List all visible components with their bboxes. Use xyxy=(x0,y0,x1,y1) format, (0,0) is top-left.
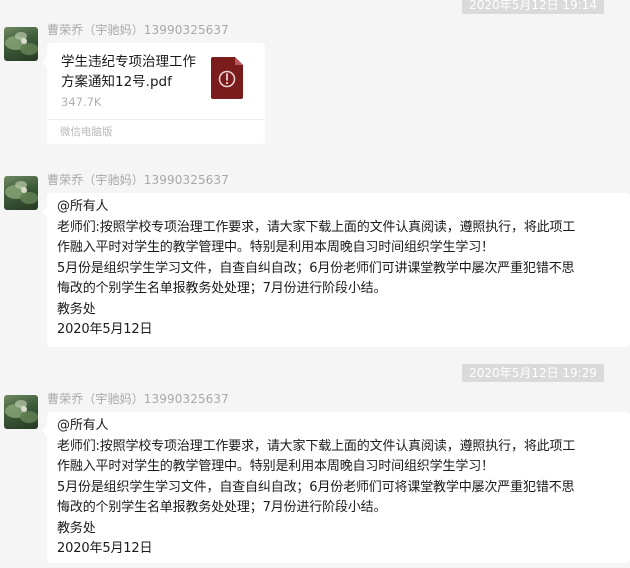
sender-avatar[interactable] xyxy=(4,27,38,61)
message-line: 悔改的个别学生名单报教务处处理；7月份进行阶段小结。 xyxy=(57,281,387,296)
message-line: 悔改的个别学生名单报教务处处理；7月份进行阶段小结。 xyxy=(57,500,387,515)
message-line: 作融入平时对学生的教学管理中。特别是利用本周晚自习时间组织学生学习！ xyxy=(57,240,494,255)
message-line: @所有人 xyxy=(57,199,109,214)
file-size: 347.7K xyxy=(61,95,102,109)
message-line: 5月份是组织学生学习文件，自查自纠自改；6月份老师们可讲课堂教学中屡次严重犯错不… xyxy=(57,260,575,276)
sender-avatar[interactable] xyxy=(4,176,38,210)
sender-name: 曹荣乔（宇驰妈）13990325637 xyxy=(47,23,229,37)
message-line: 2020年5月12日 xyxy=(57,322,153,337)
file-divider xyxy=(47,119,265,120)
sender-name: 曹荣乔（宇驰妈）13990325637 xyxy=(47,173,229,187)
sender-avatar[interactable] xyxy=(4,395,38,429)
file-source-label: 微信电脑版 xyxy=(60,126,113,138)
message-line: @所有人 xyxy=(57,418,109,433)
timestamp-divider: 2020年5月12日 19:29 xyxy=(462,364,604,382)
file-message-bubble[interactable]: 学生违纪专项治理工作方案通知12号.pdf 347.7K 微信电脑版 xyxy=(42,43,265,144)
message-line: 教务处 xyxy=(57,301,96,317)
message-line: 教务处 xyxy=(57,520,96,536)
message-line: 2020年5月12日 xyxy=(57,541,153,556)
text-message-bubble[interactable]: @所有人 老师们:按照学校专项治理工作要求，请大家下载上面的文件认真阅读，遵照执… xyxy=(42,193,630,347)
message-line: 老师们:按照学校专项治理工作要求，请大家下载上面的文件认真阅读，遵照执行，将此项… xyxy=(57,219,576,235)
message-line: 作融入平时对学生的教学管理中。特别是利用本周晚自习时间组织学生学习！ xyxy=(57,459,494,474)
pdf-file-icon[interactable] xyxy=(211,57,243,99)
sender-name: 曹荣乔（宇驰妈）13990325637 xyxy=(47,392,229,406)
file-name: 学生违纪专项治理工作方案通知12号.pdf xyxy=(61,54,196,90)
message-line: 老师们:按照学校专项治理工作要求，请大家下载上面的文件认真阅读，遵照执行，将此项… xyxy=(57,438,576,454)
timestamp-divider: 2020年5月12日 19:14 xyxy=(462,0,604,14)
text-message-bubble[interactable]: @所有人 老师们:按照学校专项治理工作要求，请大家下载上面的文件认真阅读，遵照执… xyxy=(42,412,630,563)
message-line: 5月份是组织学生学习文件，自查自纠自改；6月份老师们可将课堂教学中屡次严重犯错不… xyxy=(57,479,575,495)
